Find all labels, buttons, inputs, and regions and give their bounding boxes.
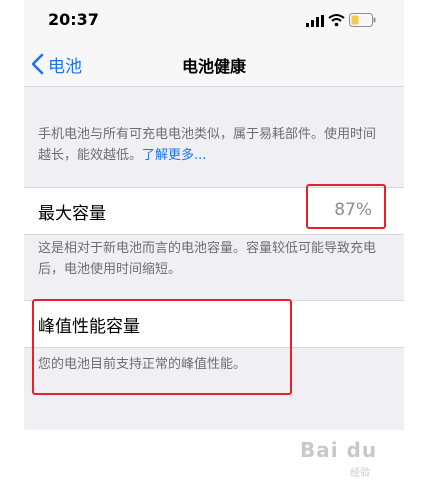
navigation-bar: 电池 电池健康	[24, 42, 404, 87]
signal-icon	[306, 15, 324, 27]
capacity-highlight-box	[306, 184, 386, 229]
learn-more-link[interactable]: 了解更多...	[142, 148, 206, 163]
intro-text: 手机电池与所有可充电电池类似，属于易耗部件。使用时间越长，能效越低。了解更多..…	[38, 124, 388, 166]
status-time: 20:37	[48, 10, 99, 29]
watermark-subtitle: 经验	[350, 468, 370, 479]
wifi-icon	[328, 14, 345, 27]
peak-highlight-box	[32, 299, 292, 395]
watermark-logo: Bai du	[300, 438, 378, 462]
max-capacity-footnote: 这是相对于新电池而言的电池容量。容量较低可能导致充电后，电池使用时间缩短。	[38, 241, 377, 277]
status-bar: 20:37	[24, 0, 404, 42]
page-title: 电池健康	[181, 57, 246, 76]
battery-icon	[349, 13, 376, 27]
intro-description: 手机电池与所有可充电电池类似，属于易耗部件。使用时间越长，能效越低。	[38, 127, 377, 163]
max-capacity-label: 最大容量	[38, 204, 106, 224]
